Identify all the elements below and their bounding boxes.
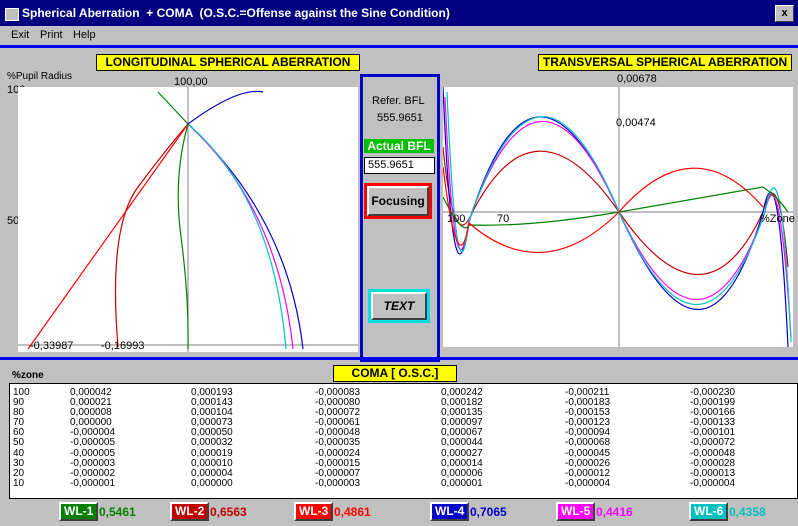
coma-column-1: 0,000042 0,000021 0,000008 0,000000 -0,0… xyxy=(70,387,116,489)
right-left-tick: 100 xyxy=(447,213,466,225)
wl-label-1: WL-1 xyxy=(59,502,99,521)
app-icon xyxy=(5,8,19,21)
lsa-curve-wl5 xyxy=(187,123,294,350)
coma-column-4: 0,000242 0,000182 0,000135 0,000097 0,00… xyxy=(441,387,483,489)
x-min-label: -0,33987 xyxy=(30,340,74,352)
focusing-frame: Focusing xyxy=(364,183,432,219)
left-chart-title: LONGITUDINAL SPHERICAL ABERRATION xyxy=(96,54,360,71)
zone-header: %zone xyxy=(12,370,44,381)
wl-label-4: WL-4 xyxy=(430,502,470,521)
right-chart-title: TRANSVERSAL SPHERICAL ABERRATION xyxy=(538,54,792,71)
text-button[interactable]: TEXT xyxy=(371,292,427,320)
wl-label-5: WL-5 xyxy=(556,502,596,521)
actual-bfl-label: Actual BFL xyxy=(364,139,434,153)
lsa-curve-wl1-lower xyxy=(177,123,189,350)
right-mid-value: 0,00474 xyxy=(616,117,656,129)
coma-column-5: -0,000211 -0,000183 -0,000153 -0,000123 … xyxy=(565,387,611,489)
menu-bar: Exit Print Help xyxy=(0,26,798,44)
actual-bfl-input[interactable]: 555.9651 xyxy=(364,157,435,174)
coma-table: 100 90 80 70 60 50 40 30 20 10 0,000042 … xyxy=(9,383,798,499)
title-bar: Spherical Aberration + COMA (O.S.C.=Offe… xyxy=(0,0,798,26)
wl-value-5: 0,4416 xyxy=(596,505,633,519)
wl-value-3: 0,4861 xyxy=(334,505,371,519)
coma-column-6: -0,000230 -0,000199 -0,000166 -0,000133 … xyxy=(690,387,736,489)
lsa-curve-wl2 xyxy=(114,123,189,348)
wl-label-6: WL-6 xyxy=(689,502,729,521)
x-mid-label: -0,16993 xyxy=(101,340,145,352)
coma-column-2: 0,000193 0,000143 0,000104 0,000073 0,00… xyxy=(191,387,233,489)
close-button[interactable]: x xyxy=(775,5,794,22)
refer-bfl-label: Refer. BFL xyxy=(372,95,425,107)
focus-panel: Refer. BFL 555.9651 Actual BFL 555.9651 … xyxy=(360,74,440,362)
left-chart-svg xyxy=(18,87,358,352)
right-tick-70: 70 xyxy=(497,213,510,225)
tsa-curve-wl2 xyxy=(442,146,789,276)
menu-help[interactable]: Help xyxy=(73,29,96,41)
wl-value-4: 0,7065 xyxy=(470,505,507,519)
wl-value-1: 0,5461 xyxy=(99,505,136,519)
wl-value-6: 0,4358 xyxy=(729,505,766,519)
window-title: Spherical Aberration + COMA (O.S.C.=Offe… xyxy=(22,6,450,20)
right-top-value: 0,00678 xyxy=(617,73,657,85)
y-axis-label: %Pupil Radius xyxy=(7,71,73,82)
lsa-curve-top-blue xyxy=(187,90,264,125)
coma-title: COMA [ O.S.C.] xyxy=(333,365,457,382)
menu-print[interactable]: Print xyxy=(40,29,63,41)
left-chart-area xyxy=(18,87,358,352)
text-frame: TEXT xyxy=(368,289,430,323)
wl-value-2: 0,6563 xyxy=(210,505,247,519)
top-divider xyxy=(0,45,798,48)
lsa-curve-wl3 xyxy=(27,123,189,350)
focusing-button[interactable]: Focusing xyxy=(367,186,429,216)
zone-column: 100 90 80 70 60 50 40 30 20 10 xyxy=(13,387,30,489)
middle-divider xyxy=(0,357,798,360)
coma-column-3: -0,000083 -0,000080 -0,000072 -0,000061 … xyxy=(315,387,361,489)
wl-label-2: WL-2 xyxy=(170,502,210,521)
lsa-curve-wl1 xyxy=(157,91,189,125)
wl-label-3: WL-3 xyxy=(294,502,334,521)
right-zone-label: %Zone xyxy=(760,213,795,225)
lsa-curve-wl4 xyxy=(187,123,304,350)
refer-bfl-value: 555.9651 xyxy=(377,112,423,124)
menu-exit[interactable]: Exit xyxy=(11,29,29,41)
